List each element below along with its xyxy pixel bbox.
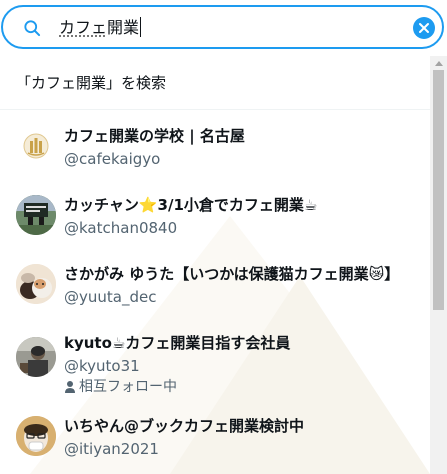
avatar: [16, 195, 56, 235]
user-handle: @cafekaigyo: [64, 150, 161, 168]
user-result-item[interactable]: いちやん@ブックカフェ開業検討中 @itiyan2021: [0, 412, 430, 474]
person-icon: [65, 381, 75, 393]
scrollbar-thumb[interactable]: [433, 70, 444, 310]
user-handle: @yuuta_dec: [64, 288, 157, 306]
avatar: [16, 416, 56, 456]
user-handle: @itiyan2021: [64, 440, 159, 458]
user-handle: @kyuto31: [64, 357, 140, 375]
avatar: [16, 126, 56, 166]
search-query-composing: カフェ: [59, 18, 108, 37]
search-input[interactable]: カフェ開業: [59, 17, 142, 39]
scroll-up-button[interactable]: [430, 56, 447, 70]
avatar: [16, 264, 56, 304]
user-display-name: いちやん@ブックカフェ開業検討中: [64, 417, 305, 435]
mutual-follow-label: 相互フォロー中: [79, 379, 177, 395]
close-icon: [419, 23, 429, 33]
search-for-label: 「カフェ開業」を検索: [16, 73, 167, 92]
search-bar[interactable]: カフェ開業: [1, 5, 444, 49]
user-result-item[interactable]: カッチャン⭐3/1小倉でカフェ開業☕ @katchan0840: [0, 185, 430, 249]
clear-search-button[interactable]: [413, 17, 435, 39]
user-display-name: kyuto☕カフェ開業目指す会社員: [64, 334, 291, 352]
user-display-name: さかがみ ゆうた【いつかは保護猫カフェ開業😿】: [64, 265, 400, 283]
search-typeahead: カフェ開業 「カフェ開業」を検索 カフェ開業の学校 | 名古屋 @cafekai…: [0, 0, 447, 474]
mutual-follow-indicator: 相互フォロー中: [64, 378, 177, 396]
user-result-item[interactable]: kyuto☕カフェ開業目指す会社員 @kyuto31 相互フォロー中: [0, 323, 430, 408]
search-query-text: 開業: [107, 18, 140, 37]
user-handle: @katchan0840: [64, 219, 178, 237]
divider: [0, 109, 430, 110]
user-display-name: カフェ開業の学校 | 名古屋: [64, 127, 245, 145]
user-result-item[interactable]: カフェ開業の学校 | 名古屋 @cafekaigyo: [0, 116, 430, 180]
search-icon: [24, 20, 41, 37]
user-display-name: カッチャン⭐3/1小倉でカフェ開業☕: [64, 196, 318, 214]
scrollbar[interactable]: [430, 56, 447, 474]
chevron-up-icon: [434, 60, 443, 66]
avatar: [16, 337, 56, 377]
search-for-query-item[interactable]: 「カフェ開業」を検索: [16, 56, 426, 108]
user-result-item[interactable]: さかがみ ゆうた【いつかは保護猫カフェ開業😿】 @yuuta_dec: [0, 254, 430, 318]
text-caret: [140, 17, 142, 37]
typeahead-dropdown: 「カフェ開業」を検索 カフェ開業の学校 | 名古屋 @cafekaigyo カッ…: [0, 56, 430, 474]
